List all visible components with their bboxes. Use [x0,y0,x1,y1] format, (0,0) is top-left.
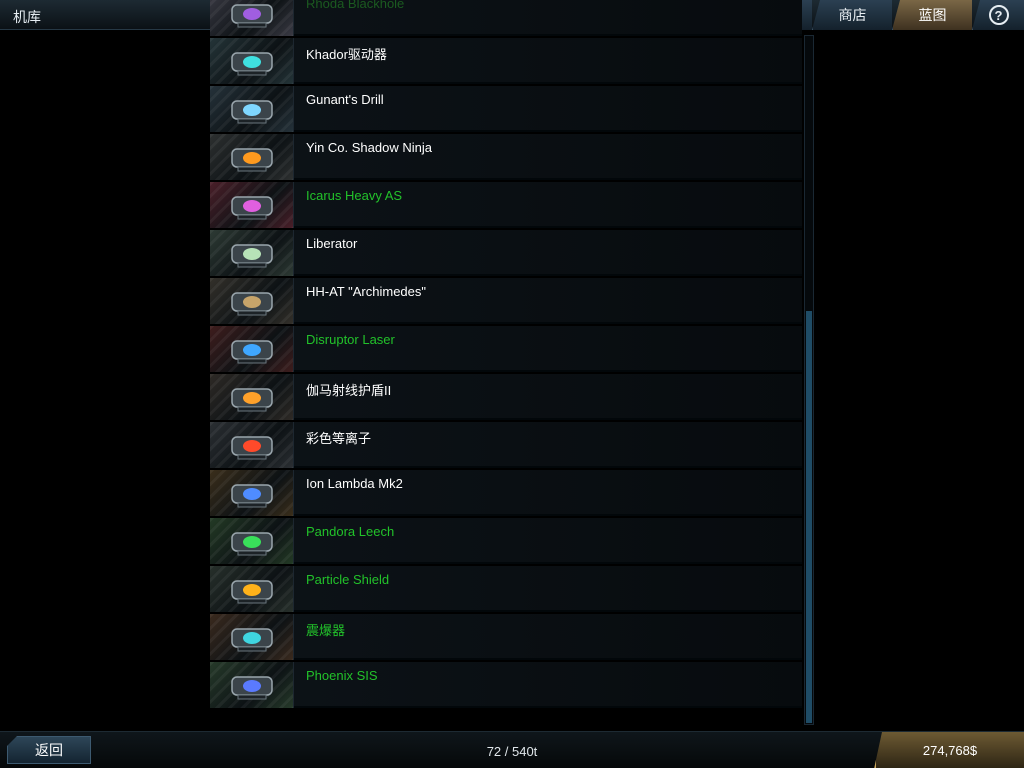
blueprint-row[interactable]: Rhoda Blackhole [210,0,802,36]
blueprint-thumbnail [210,134,294,180]
blueprint-name: Pandora Leech [306,524,395,539]
shock-blaster-icon [231,628,273,652]
blueprint-row[interactable]: 震爆器 [210,614,802,660]
gamma-shield-icon [231,388,273,412]
blueprint-name: 彩色等离子 [306,431,372,446]
blueprint-thumbnail [210,278,294,324]
blueprint-name: Icarus Heavy AS [306,188,403,203]
archimedes-icon [231,292,273,316]
blueprint-row[interactable]: Yin Co. Shadow Ninja [210,134,802,180]
blueprint-row[interactable]: Pandora Leech [210,518,802,564]
help-icon-glyph: ? [994,7,1003,23]
page-title: 机库 [13,9,41,25]
scrollbar-thumb[interactable] [806,311,812,723]
blueprint-thumbnail [210,0,294,36]
blueprint-thumbnail [210,566,294,612]
blueprint-row[interactable]: Phoenix SIS [210,662,802,708]
disruptor-laser-icon [231,340,273,364]
cargo-capacity: 72 / 540t [486,744,538,759]
blueprint-row[interactable]: Ion Lambda Mk2 [210,470,802,516]
tab-blueprints-label: 蓝图 [918,7,947,23]
blueprint-thumbnail [210,470,294,516]
blueprint-row[interactable]: HH-AT "Archimedes" [210,278,802,324]
blueprint-row[interactable]: Gunant's Drill [210,86,802,132]
color-plasma-icon [231,436,273,460]
blueprint-thumbnail [210,518,294,564]
icarus-heavy-as-icon [231,196,273,220]
credits-amount: 274,768$ [922,743,978,758]
blueprint-name: Rhoda Blackhole [306,0,405,11]
blueprint-thumbnail [210,662,294,708]
tab-shop-label: 商店 [838,7,867,23]
blueprint-list[interactable]: Rhoda Blackhole Khador驱动器 Gunant's Drill Yi… [210,0,802,726]
blueprint-row[interactable]: 伽马射线护盾II [210,374,802,420]
blueprint-name: Phoenix SIS [306,668,378,683]
blueprint-name: 伽马射线护盾II [306,383,392,398]
blueprint-name: Liberator [306,236,358,251]
blueprint-thumbnail [210,38,294,84]
blueprint-thumbnail [210,230,294,276]
blueprint-name: Gunant's Drill [306,92,384,107]
blueprint-row[interactable]: Icarus Heavy AS [210,182,802,228]
rhoda-blackhole-icon [231,4,273,28]
blueprint-row[interactable]: Particle Shield [210,566,802,612]
blueprint-name: 震爆器 [306,623,346,638]
blueprint-name: Ion Lambda Mk2 [306,476,403,491]
bottom-bar: 返回 72 / 540t 274,768$ [0,731,1024,768]
scrollbar-track[interactable] [804,35,814,725]
help-icon: ? [988,5,1009,25]
blueprint-name: Particle Shield [306,572,390,587]
particle-shield-icon [231,580,273,604]
blueprint-thumbnail [210,326,294,372]
tab-blueprints[interactable]: 蓝图 [892,0,972,30]
blueprint-row[interactable]: Khador驱动器 [210,38,802,84]
pandora-leech-icon [231,532,273,556]
blueprint-thumbnail [210,86,294,132]
blueprint-thumbnail [210,374,294,420]
khador-drive-icon [231,52,273,76]
blueprint-row[interactable]: Disruptor Laser [210,326,802,372]
blueprint-row[interactable]: 彩色等离子 [210,422,802,468]
blueprint-thumbnail [210,182,294,228]
tab-shop[interactable]: 商店 [812,0,892,30]
gunants-drill-icon [231,100,273,124]
blueprint-name: Disruptor Laser [306,332,395,347]
blueprint-row[interactable]: Liberator [210,230,802,276]
help-button[interactable]: ? [972,0,1024,30]
blueprint-name: HH-AT "Archimedes" [306,284,426,299]
blueprint-thumbnail [210,422,294,468]
credits-display: 274,768$ [874,732,1024,768]
phoenix-sis-icon [231,676,273,700]
blueprint-thumbnail [210,614,294,660]
ion-lambda-icon [231,484,273,508]
blueprint-name: Khador驱动器 [306,47,387,62]
shadow-ninja-icon [231,148,273,172]
liberator-icon [231,244,273,268]
blueprint-name: Yin Co. Shadow Ninja [306,140,432,155]
